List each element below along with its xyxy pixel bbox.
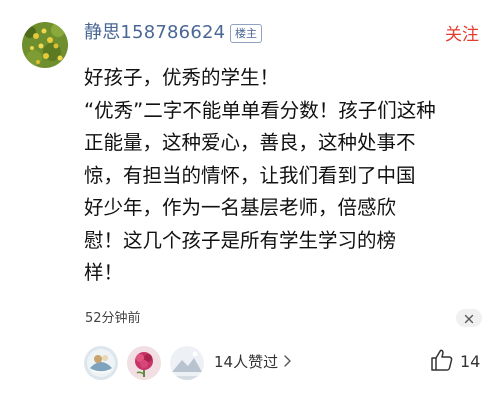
- like-button[interactable]: 14: [430, 348, 480, 376]
- comment-line: 样！: [84, 261, 124, 284]
- likes-summary-link[interactable]: 14人赞过: [214, 351, 291, 373]
- follow-button[interactable]: 关注: [445, 23, 479, 47]
- comment-line: 正能量，这种爱心，善良，这种处事不: [84, 131, 416, 154]
- comment-text: 好孩子，优秀的学生！ “优秀”二字不能单单看分数！孩子们这种 正能量，这种爱心，…: [84, 62, 484, 290]
- dismiss-button[interactable]: [456, 309, 482, 327]
- author-badge: 楼主: [230, 24, 262, 43]
- comment-line: “优秀”二字不能单单看分数！孩子们这种: [84, 98, 436, 122]
- comment-line: 好孩子，优秀的学生！: [84, 66, 280, 89]
- like-count: 14: [460, 352, 481, 371]
- liker-avatar[interactable]: [84, 346, 118, 380]
- likes-summary-text: 14人赞过: [214, 353, 279, 371]
- close-icon: [464, 309, 474, 328]
- comment-line: 慰！这几个孩子是所有学生学习的榜: [84, 228, 397, 252]
- comment-line: 惊，有担当的情怀，让我们看到了中国: [84, 163, 416, 187]
- liker-avatar[interactable]: [170, 346, 204, 380]
- liker-avatar[interactable]: [127, 346, 161, 380]
- thumbs-up-icon: [430, 348, 454, 376]
- comment-timestamp: 52分钟前: [85, 311, 141, 326]
- comment-username[interactable]: 静思158786624: [84, 20, 225, 46]
- chevron-right-icon: [284, 351, 291, 373]
- comment-line: 好少年，作为一名基层老师，倍感欣: [84, 196, 397, 219]
- user-avatar[interactable]: [22, 22, 68, 68]
